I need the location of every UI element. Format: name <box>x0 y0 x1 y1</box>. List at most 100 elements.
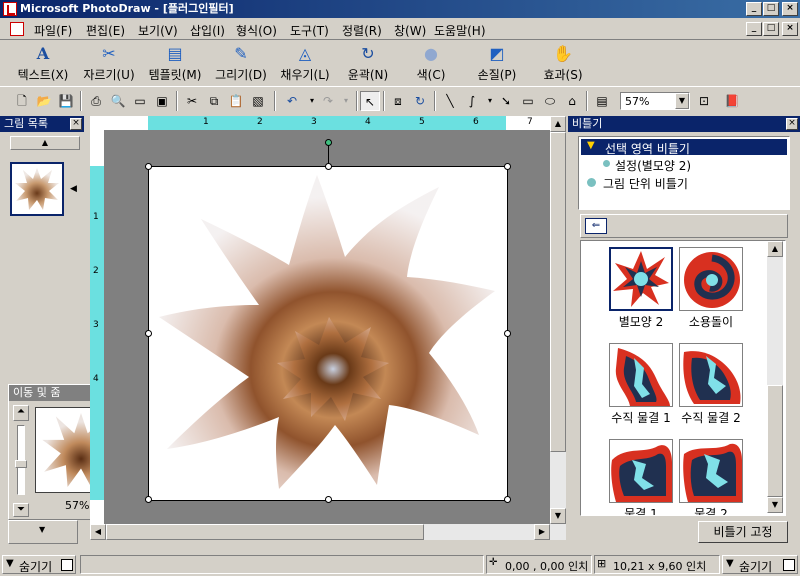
print-preview-icon[interactable]: 🔍 <box>108 91 128 111</box>
fill-button[interactable]: ◬ 채우기(L) <box>274 42 336 86</box>
resize-handle-w[interactable] <box>145 330 152 337</box>
shape-icon[interactable]: ⌂ <box>562 91 582 111</box>
gallery-back-icon[interactable]: ⇐ <box>585 218 607 234</box>
text-button[interactable]: A 텍스트(X) <box>10 42 76 86</box>
zoom-slider[interactable] <box>15 425 27 495</box>
resize-handle-n[interactable] <box>325 163 332 170</box>
scroll-up-icon[interactable]: ▲ <box>767 241 783 257</box>
gallery-scrollbar[interactable]: ▲ ▼ <box>767 241 783 513</box>
line-icon[interactable]: ╲ <box>440 91 460 111</box>
horizontal-scroll-thumb[interactable] <box>106 524 424 540</box>
tree-item-selection-distort[interactable]: ▼ 선택 영역 비틀기 <box>581 139 787 156</box>
new-file-icon[interactable]: 🗋 <box>12 91 32 111</box>
help-book-icon[interactable]: 📕 <box>722 91 742 111</box>
document-icon[interactable] <box>10 22 24 36</box>
gallery-thumb-vwave1[interactable] <box>609 343 673 407</box>
resize-handle-e[interactable] <box>504 330 511 337</box>
gallery-thumb-vwave2[interactable] <box>679 343 743 407</box>
distort-panel-close-icon[interactable]: × <box>786 118 798 130</box>
crop-button[interactable]: ✂ 자르기(U) <box>78 42 140 86</box>
touchup-button[interactable]: ◩ 손질(P) <box>470 42 524 86</box>
pointer-icon[interactable]: ↖ <box>360 91 380 111</box>
menu-format[interactable]: 형식(O) <box>236 22 277 39</box>
redo-icon[interactable]: ↷ <box>318 91 338 111</box>
ellipse-icon[interactable]: ⬭ <box>540 91 560 111</box>
gallery-thumb-swirl[interactable] <box>679 247 743 311</box>
doc-restore-button[interactable]: □ <box>763 22 779 36</box>
doc-close-button[interactable]: × <box>782 22 798 36</box>
gallery-thumb-wave2[interactable] <box>679 439 743 503</box>
ruler-tick-label: 2 <box>93 266 99 276</box>
open-folder-icon[interactable]: 📂 <box>34 91 54 111</box>
picture-list-scroll-up[interactable]: ▲ <box>10 136 80 150</box>
scroll-right-icon[interactable]: ▶ <box>534 524 550 540</box>
undo-icon[interactable]: ↶ <box>282 91 302 111</box>
rotate-icon[interactable]: ↻ <box>410 91 430 111</box>
hide-workpane-button[interactable]: ▼ 숨기기 <box>722 555 798 574</box>
format-painter-icon[interactable]: ▧ <box>248 91 268 111</box>
resize-handle-sw[interactable] <box>145 496 152 503</box>
text-frame-icon[interactable]: ▤ <box>592 91 612 111</box>
vertical-scroll-thumb[interactable] <box>550 132 566 452</box>
menu-insert[interactable]: 삽입(I) <box>190 22 225 39</box>
print-icon[interactable]: ⎙ <box>86 91 106 111</box>
redo-dropdown-icon[interactable]: ▾ <box>336 91 356 111</box>
scan-icon[interactable]: ▭ <box>130 91 150 111</box>
resize-handle-s[interactable] <box>325 496 332 503</box>
arrow-icon[interactable]: ➘ <box>496 91 516 111</box>
hide-picture-list-button[interactable]: ▼ 숨기기 <box>2 555 76 574</box>
selected-picture[interactable] <box>145 139 511 503</box>
scroll-left-icon[interactable]: ◀ <box>90 524 106 540</box>
close-button[interactable]: × <box>782 2 798 16</box>
scroll-up-icon[interactable]: ▲ <box>550 116 566 132</box>
horizontal-scrollbar[interactable]: ◀ ▶ <box>90 524 566 540</box>
gallery-thumb-star2[interactable] <box>609 247 673 311</box>
menu-file[interactable]: 파일(F) <box>34 22 72 39</box>
effects-button[interactable]: ✋ 효과(S) <box>538 42 588 86</box>
picture-thumbnail[interactable] <box>10 162 64 216</box>
zoom-slider-thumb[interactable] <box>15 460 27 468</box>
resize-handle-se[interactable] <box>504 496 511 503</box>
pencil-icon: ✎ <box>234 44 248 63</box>
rotation-handle[interactable] <box>325 139 332 146</box>
draw-button[interactable]: ✎ 그리기(D) <box>210 42 272 86</box>
minimize-button[interactable]: _ <box>746 2 762 16</box>
menu-edit[interactable]: 편집(E) <box>86 22 125 39</box>
app-icon[interactable] <box>3 2 17 16</box>
canvas-workarea[interactable]: 1 2 3 4 5 6 7 1 2 3 4 ▲ ▼ ◀ ▶ <box>90 116 566 540</box>
curve-icon[interactable]: ∫ <box>462 91 482 111</box>
paste-icon[interactable]: 📋 <box>226 91 246 111</box>
color-button[interactable]: ● 색(C) <box>406 42 456 86</box>
picture-list-close-icon[interactable]: × <box>70 118 82 130</box>
gallery-scroll-thumb[interactable] <box>767 385 783 497</box>
fix-distort-button[interactable]: 비틀기 고정 <box>698 521 788 543</box>
copy-icon[interactable]: ⧉ <box>204 91 224 111</box>
doc-minimize-button[interactable]: _ <box>746 22 762 36</box>
menu-view[interactable]: 보기(V) <box>138 22 178 39</box>
menu-arrange[interactable]: 정렬(R) <box>342 22 382 39</box>
rectangle-icon[interactable]: ▭ <box>518 91 538 111</box>
resize-handle-nw[interactable] <box>145 163 152 170</box>
arrange-icon[interactable]: ⧈ <box>388 91 408 111</box>
scroll-down-icon[interactable]: ▼ <box>550 508 566 524</box>
zoom-in-icon[interactable]: ⏶ <box>13 405 29 421</box>
resize-handle-ne[interactable] <box>504 163 511 170</box>
menu-tools[interactable]: 도구(T) <box>290 22 329 39</box>
fit-zoom-icon[interactable]: ⊡ <box>694 91 714 111</box>
zoom-select[interactable]: 57% ▼ <box>620 92 690 110</box>
zoom-out-icon[interactable]: ⏷ <box>13 503 29 517</box>
menu-help[interactable]: 도움말(H) <box>434 22 486 39</box>
vertical-scrollbar[interactable]: ▲ ▼ <box>550 116 566 524</box>
picture-list-scroll-down[interactable]: ▼ <box>8 520 78 544</box>
camera-icon[interactable]: ▣ <box>152 91 172 111</box>
menu-window[interactable]: 창(W) <box>394 22 426 39</box>
ruler-tick-label: 4 <box>93 374 99 384</box>
template-button[interactable]: ▤ 템플릿(M) <box>142 42 208 86</box>
maximize-button[interactable]: □ <box>763 2 779 16</box>
gallery-thumb-wave1[interactable] <box>609 439 673 503</box>
save-icon[interactable]: 💾 <box>56 91 76 111</box>
scroll-down-icon[interactable]: ▼ <box>767 497 783 513</box>
zoom-dropdown-icon[interactable]: ▼ <box>675 93 689 109</box>
cut-icon[interactable]: ✂ <box>182 91 202 111</box>
outline-button[interactable]: ↻ 윤곽(N) <box>340 42 396 86</box>
